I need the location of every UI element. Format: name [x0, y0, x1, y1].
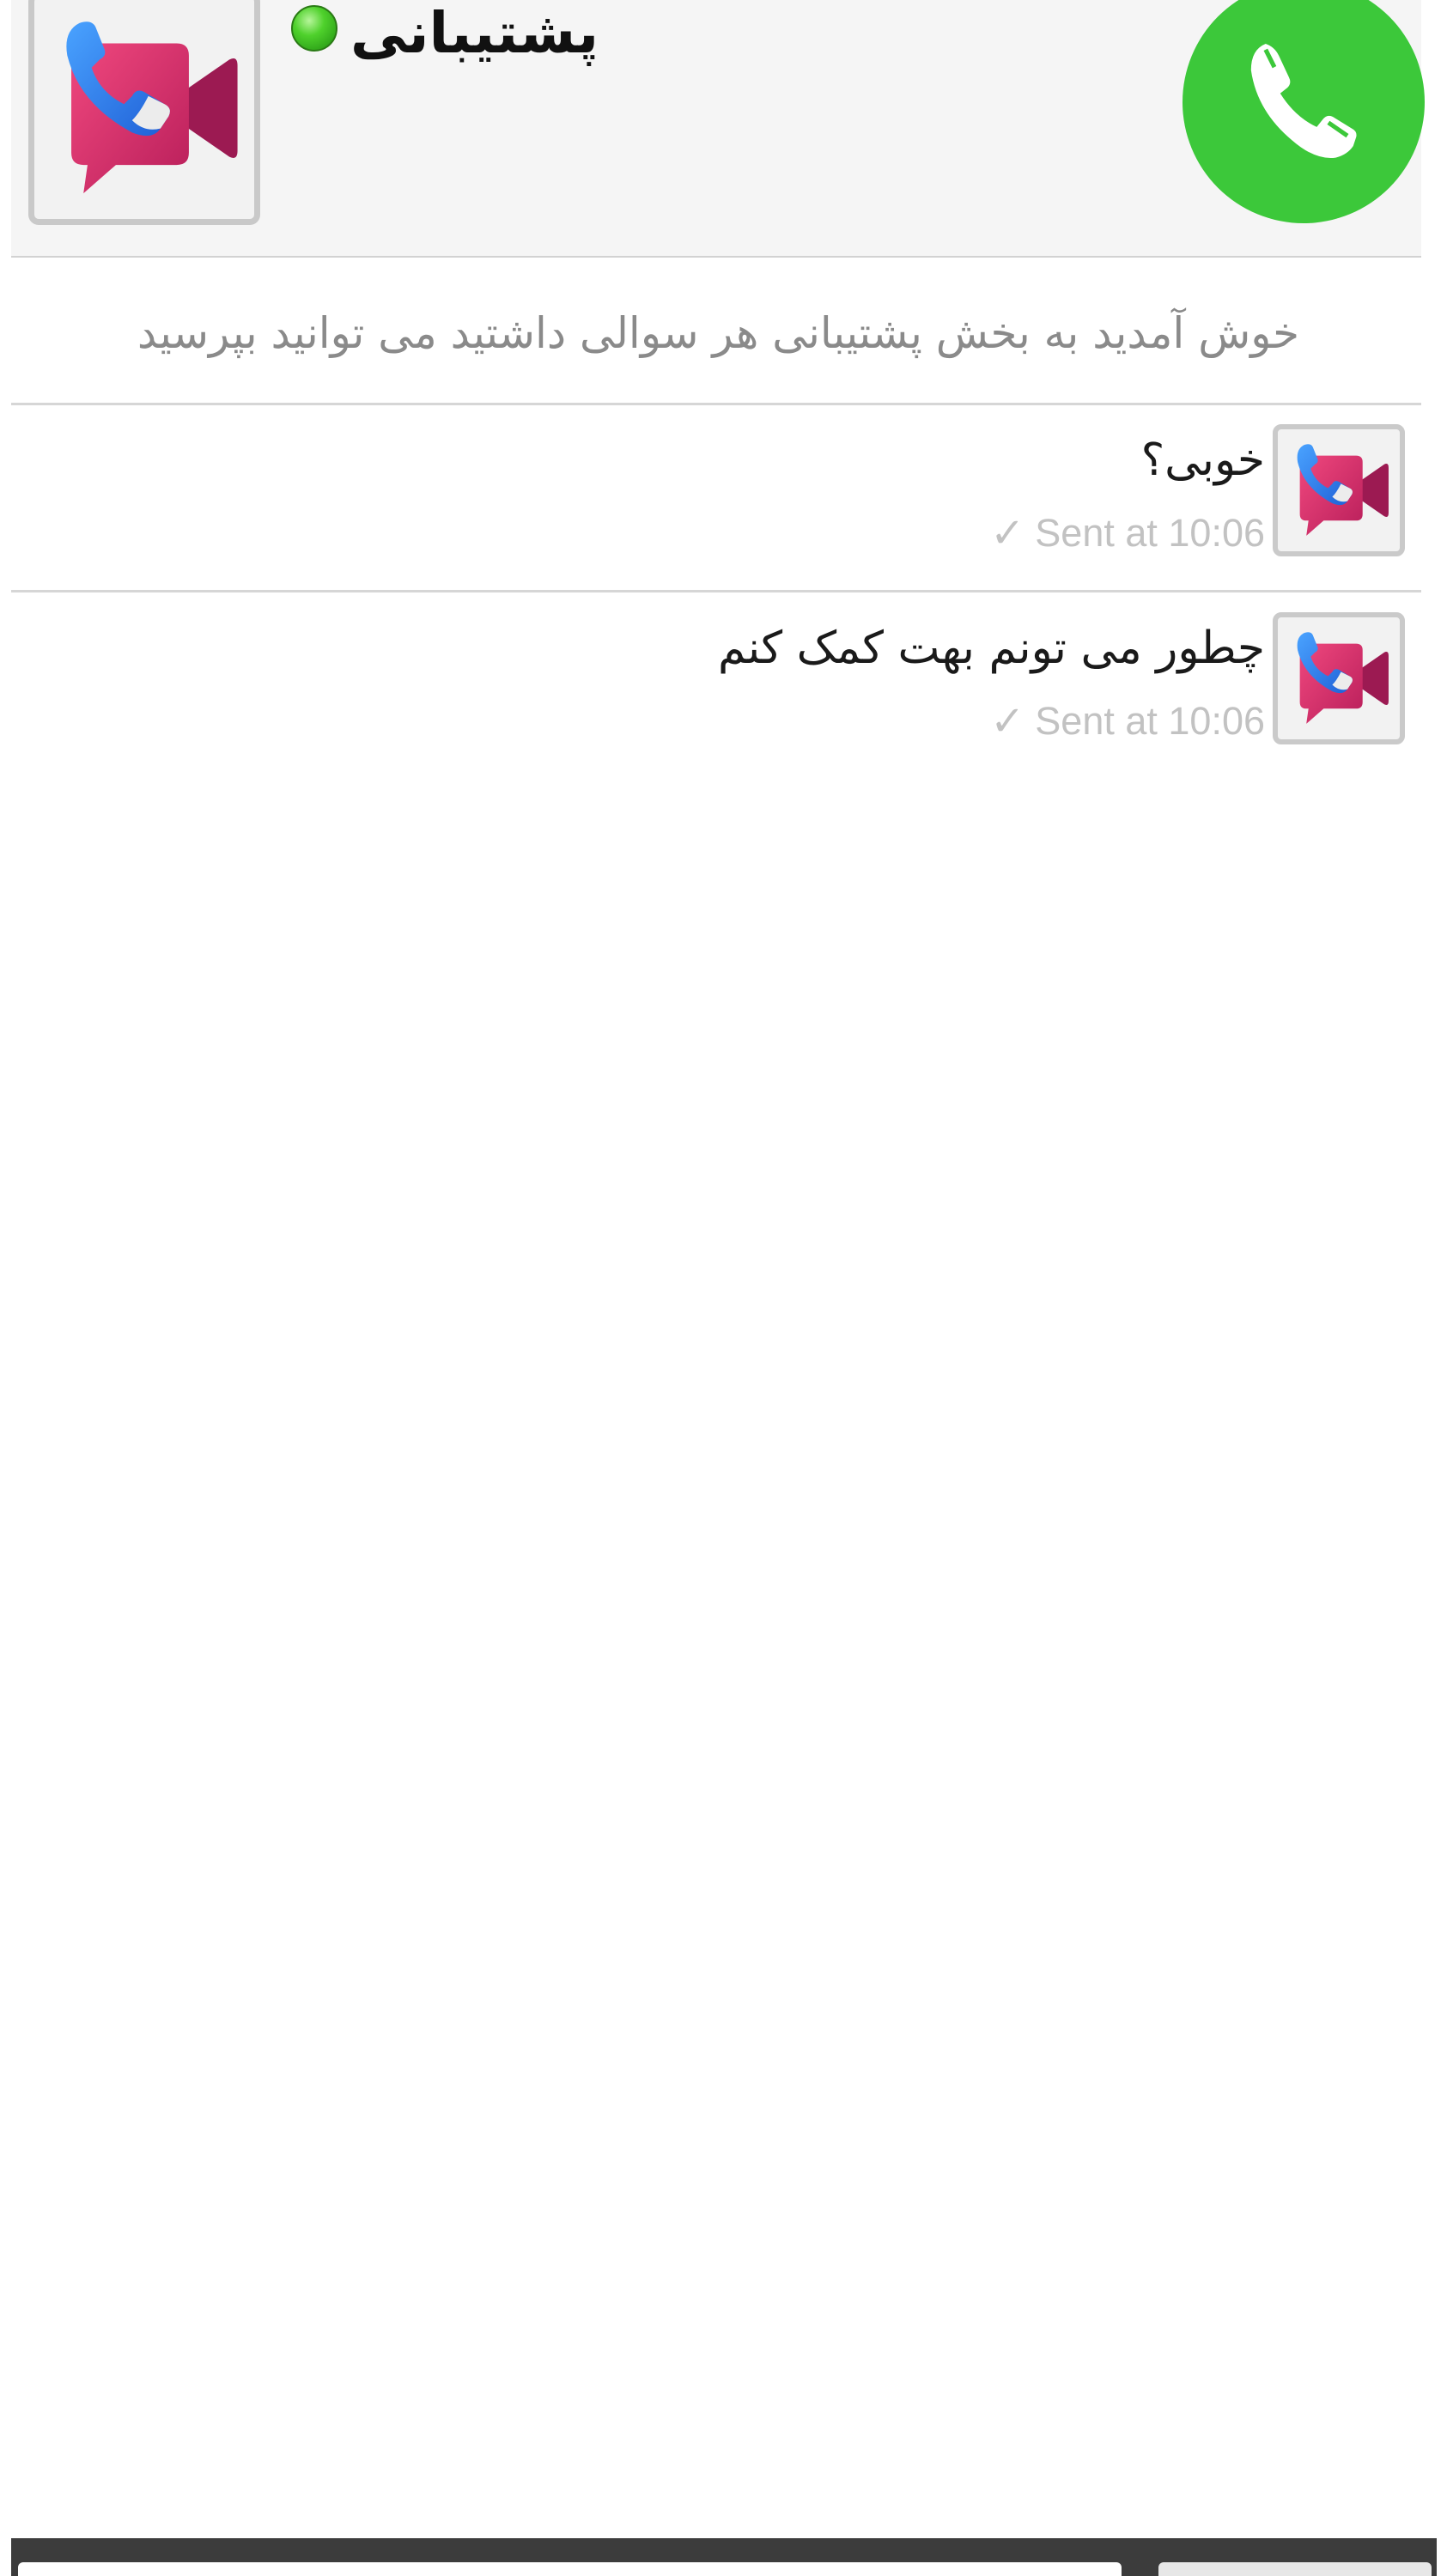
- chat-header: پشتیبانی: [11, 0, 1425, 258]
- welcome-banner: خوش آمدید به بخش پشتیبانی هر سوالی داشتی…: [11, 258, 1421, 405]
- sent-time: Sent at 10:06: [1035, 511, 1265, 555]
- message-composer: [11, 2538, 1437, 2576]
- sent-check-icon: ✓: [990, 697, 1025, 745]
- contact-avatar[interactable]: [28, 0, 260, 225]
- message-meta: ✓ Sent at 10:06: [526, 503, 1265, 563]
- message-row[interactable]: خوبی؟ ✓ Sent at 10:06: [11, 407, 1421, 592]
- contact-name: پشتیبانی: [350, 0, 599, 66]
- welcome-text: خوش آمدید به بخش پشتیبانی هر سوالی داشتی…: [137, 308, 1299, 358]
- online-status-indicator: [291, 5, 337, 52]
- sent-time: Sent at 10:06: [1035, 699, 1265, 743]
- sent-check-icon: ✓: [990, 509, 1025, 557]
- message-meta: ✓ Sent at 10:06: [526, 691, 1265, 751]
- video-call-app-icon: [1285, 436, 1393, 544]
- message-text: خوبی؟: [1140, 434, 1265, 486]
- chat-screen: پشتیبانی خوش آمدید به بخش پشتیبانی هر سو…: [0, 0, 1447, 2576]
- message-text: چطور می تونم بهت کمک کنم: [718, 623, 1265, 674]
- message-row[interactable]: چطور می تونم بهت کمک کنم ✓ Sent at 10:06: [11, 595, 1421, 781]
- video-call-app-icon: [1285, 624, 1393, 732]
- call-button[interactable]: [1183, 0, 1425, 223]
- send-button[interactable]: [1158, 2562, 1432, 2576]
- video-call-app-icon: [43, 7, 246, 210]
- message-input[interactable]: [18, 2562, 1122, 2576]
- sender-avatar: [1273, 424, 1405, 556]
- phone-icon: [1250, 44, 1357, 159]
- sender-avatar: [1273, 612, 1405, 744]
